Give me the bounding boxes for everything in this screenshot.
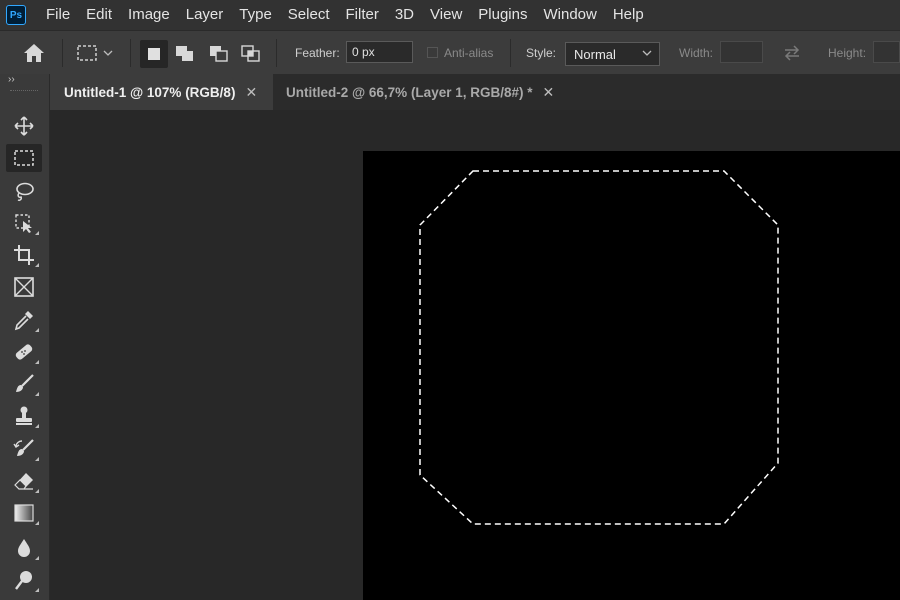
menu-file[interactable]: File [38, 0, 78, 30]
photoshop-logo: Ps [6, 5, 26, 25]
blur-tool[interactable] [6, 534, 42, 562]
gradient-tool[interactable] [6, 499, 42, 527]
separator [62, 39, 63, 67]
menu-help[interactable]: Help [605, 0, 652, 30]
separator [130, 39, 131, 67]
chevron-down-icon [103, 50, 113, 56]
style-label: Style: [526, 46, 557, 60]
frame-tool[interactable] [6, 273, 42, 301]
clone-stamp-tool[interactable] [6, 402, 42, 430]
feather-label: Feather: [295, 46, 340, 60]
tab-label: Untitled-1 @ 107% (RGB/8) [64, 84, 236, 100]
swap-arrows-icon [784, 45, 800, 61]
intersect-selection-button[interactable] [237, 40, 265, 68]
brush-icon [16, 374, 34, 392]
home-button[interactable] [22, 31, 46, 75]
tool-group-indicator [35, 231, 39, 235]
add-to-selection-button[interactable] [171, 40, 199, 68]
menu-filter[interactable]: Filter [338, 0, 387, 30]
tool-group-indicator [35, 263, 39, 267]
separator [276, 39, 277, 67]
move-icon [14, 116, 34, 136]
tab-label: Untitled-2 @ 66,7% (Layer 1, RGB/8#) * [286, 84, 533, 100]
menu-edit[interactable]: Edit [78, 0, 120, 30]
move-tool[interactable] [6, 112, 42, 140]
tool-group-indicator [35, 556, 39, 560]
menu-3d[interactable]: 3D [387, 0, 422, 30]
width-input[interactable] [720, 41, 763, 63]
swap-dimensions-button[interactable] [782, 31, 802, 75]
height-input[interactable] [873, 41, 900, 63]
bandage-icon [15, 344, 33, 360]
menu-window[interactable]: Window [535, 0, 604, 30]
crop-tool[interactable] [6, 241, 42, 269]
tool-group-indicator [35, 328, 39, 332]
close-icon[interactable]: ✕ [543, 84, 555, 101]
blur-drop-icon [18, 539, 30, 557]
tool-group-indicator [35, 424, 39, 428]
menu-view[interactable]: View [422, 0, 470, 30]
collapse-panel-button[interactable]: ›› [8, 74, 15, 85]
object-selection-icon [15, 214, 32, 233]
antialias-checkbox[interactable] [427, 47, 438, 58]
tool-group-indicator [35, 360, 39, 364]
subtract-from-selection-button[interactable] [205, 40, 233, 68]
tab-untitled-2[interactable]: Untitled-2 @ 66,7% (Layer 1, RGB/8#) * ✕ [273, 74, 573, 110]
separator [510, 39, 511, 67]
history-brush-icon [13, 439, 34, 456]
spot-healing-brush-tool[interactable] [6, 338, 42, 366]
menu-layer[interactable]: Layer [178, 0, 232, 30]
new-selection-button[interactable] [140, 40, 168, 68]
tool-group-indicator [35, 457, 39, 461]
style-dropdown[interactable]: Normal [565, 42, 660, 66]
tool-group-indicator [35, 521, 39, 525]
tab-untitled-1[interactable]: Untitled-1 @ 107% (RGB/8) ✕ [50, 74, 273, 110]
eyedropper-tool[interactable] [6, 306, 42, 334]
frame-icon [14, 277, 34, 297]
tool-group-indicator [35, 489, 39, 493]
tool-preset-picker[interactable] [76, 31, 114, 75]
rectangular-marquee-icon [14, 150, 34, 166]
menu-type[interactable]: Type [231, 0, 280, 30]
width-label: Width: [679, 46, 714, 60]
eraser-tool[interactable] [6, 467, 42, 495]
subtract-selection-icon [210, 46, 228, 62]
eraser-icon [14, 473, 33, 490]
marquee-preset-icon [77, 45, 97, 61]
menu-plugins[interactable]: Plugins [470, 0, 535, 30]
crop-icon [14, 245, 34, 265]
height-label: Height: [828, 46, 867, 60]
home-icon [24, 44, 44, 62]
tools-panel: ›› [0, 74, 50, 600]
history-brush-tool[interactable] [6, 435, 42, 463]
document-tabs: Untitled-1 @ 107% (RGB/8) ✕ Untitled-2 @… [50, 74, 900, 110]
eyedropper-icon [14, 311, 33, 331]
feather-input[interactable]: 0 px [346, 41, 413, 63]
tool-group-indicator [35, 588, 39, 592]
style-value: Normal [574, 47, 616, 62]
options-bar: Feather: 0 px Anti-alias Style: Normal W… [0, 30, 900, 74]
dodge-icon [15, 571, 32, 590]
lasso-icon [16, 182, 34, 201]
panel-grip[interactable] [10, 90, 38, 93]
gradient-icon [14, 504, 34, 522]
stamp-icon [16, 406, 32, 425]
brush-tool[interactable] [6, 370, 42, 398]
chevron-down-icon [642, 50, 652, 56]
menu-bar: Ps File Edit Image Layer Type Select Fil… [0, 0, 900, 30]
close-icon[interactable]: ✕ [245, 84, 257, 101]
dodge-tool[interactable] [6, 566, 42, 594]
add-selection-icon [176, 46, 193, 61]
rectangular-marquee-tool[interactable] [6, 144, 42, 172]
object-selection-tool[interactable] [6, 209, 42, 237]
selection-marquee [419, 170, 779, 525]
menu-image[interactable]: Image [120, 0, 178, 30]
intersect-selection-icon [241, 45, 260, 62]
menu-select[interactable]: Select [280, 0, 338, 30]
tool-group-indicator [35, 392, 39, 396]
antialias-label: Anti-alias [444, 46, 494, 60]
new-selection-icon [148, 48, 160, 60]
lasso-tool[interactable] [6, 177, 42, 205]
